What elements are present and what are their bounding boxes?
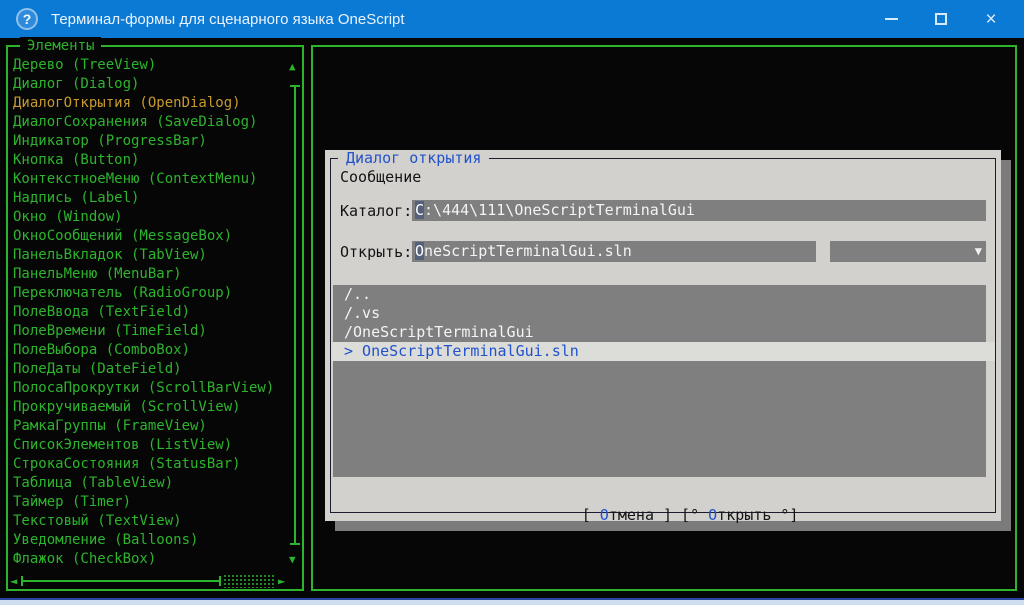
close-icon: × — [985, 8, 997, 30]
sidebar-item[interactable]: ПолеВвода (TextField) — [13, 303, 285, 322]
cancel-button-hotkey: О — [599, 506, 609, 524]
cancel-button-bracket: [ — [581, 506, 600, 524]
elements-panel-title: Элементы — [20, 37, 102, 55]
open-button-bracket: [° — [681, 506, 709, 524]
scroll-left-arrow-icon[interactable]: ◄ — [10, 573, 17, 589]
sidebar-item[interactable]: Текстовый (TextView) — [13, 512, 285, 531]
scroll-down-arrow-icon[interactable]: ▼ — [289, 550, 296, 569]
sidebar-item[interactable]: Дерево (TreeView) — [13, 56, 285, 75]
catalog-label: Каталог: — [340, 202, 413, 220]
sidebar-item[interactable]: ПолеВыбора (ComboBox) — [13, 341, 285, 360]
sidebar-item[interactable]: Таблица (TableView) — [13, 474, 285, 493]
dialog-button-row: [ Отмена ] [° Открыть °] — [325, 487, 1001, 524]
horizontal-scroll-thumb[interactable] — [223, 574, 275, 588]
selected-file-row[interactable]: > OneScriptTerminalGui.sln — [331, 342, 995, 361]
maximize-button[interactable] — [916, 0, 966, 38]
open-label: Открыть: — [340, 243, 413, 261]
sidebar-item[interactable]: Кнопка (Button) — [13, 151, 285, 170]
elements-list: Дерево (TreeView) Диалог (Dialog) ДиалогОт… — [13, 56, 285, 569]
horizontal-scroll-track[interactable] — [21, 576, 221, 586]
sidebar-item[interactable]: РамкаГруппы (FrameView) — [13, 417, 285, 436]
window-controls: × — [866, 0, 1016, 38]
directory-item[interactable]: /.. — [333, 285, 986, 304]
sidebar-item[interactable]: ПолеДаты (DateField) — [13, 360, 285, 379]
chevron-down-icon: ▼ — [974, 244, 982, 258]
minimize-icon — [884, 18, 898, 20]
window-title: Терминал-формы для сценарного языка OneS… — [51, 10, 405, 28]
catalog-path-field[interactable]: C:\444\111\OneScriptTerminalGui — [412, 200, 986, 221]
workspace-panel: Диалог открытия Сообщение Каталог: C:\44… — [311, 45, 1017, 591]
sidebar-item[interactable]: СписокЭлементов (ListView) — [13, 436, 285, 455]
open-button-hotkey: О — [708, 506, 718, 524]
sidebar-item[interactable]: Окно (Window) — [13, 208, 285, 227]
horizontal-scrollbar[interactable]: ◄ ► — [8, 573, 302, 589]
sidebar-item[interactable]: СтрокаСостояния (StatusBar) — [13, 455, 285, 474]
sidebar-item[interactable]: КонтекстноеМеню (ContextMenu) — [13, 170, 285, 189]
directory-item[interactable]: /OneScriptTerminalGui — [333, 323, 986, 342]
vertical-scrollbar[interactable]: ▲ ▼ — [287, 47, 303, 589]
sidebar-item[interactable]: ДиалогОткрытия (OpenDialog) — [13, 94, 285, 113]
open-button-text: ткрыть °] — [717, 506, 799, 524]
sidebar-item[interactable]: ДиалогСохранения (SaveDialog) — [13, 113, 285, 132]
scroll-right-arrow-icon[interactable]: ► — [278, 573, 285, 589]
sidebar-item[interactable]: Диалог (Dialog) — [13, 75, 285, 94]
close-button[interactable]: × — [966, 0, 1016, 38]
sidebar-item[interactable]: Надпись (Label) — [13, 189, 285, 208]
sidebar-item[interactable]: ОкноСообщений (MessageBox) — [13, 227, 285, 246]
sidebar-item[interactable]: Уведомление (Balloons) — [13, 531, 285, 550]
sidebar-item[interactable]: ПанельВкладок (TabView) — [13, 246, 285, 265]
sidebar-item[interactable]: ПанельМеню (MenuBar) — [13, 265, 285, 284]
sidebar-item[interactable]: ПолосаПрокрутки (ScrollBarView) — [13, 379, 285, 398]
sidebar-item[interactable]: ПолеВремени (TimeField) — [13, 322, 285, 341]
maximize-icon — [935, 13, 947, 25]
sidebar-item[interactable]: Прокручиваемый (ScrollView) — [13, 398, 285, 417]
filename-field[interactable]: OneScriptTerminalGui.sln — [412, 241, 816, 262]
help-icon[interactable]: ? — [16, 8, 38, 30]
cancel-button-text: тмена ] — [608, 506, 673, 524]
vertical-scroll-thumb[interactable] — [290, 85, 300, 545]
sidebar-item[interactable]: Таймер (Timer) — [13, 493, 285, 512]
open-button[interactable]: [° Открыть °] — [681, 506, 798, 525]
file-listbox[interactable]: /../.vs/OneScriptTerminalGui — [333, 285, 986, 477]
filetype-combobox[interactable]: ▼ — [830, 241, 986, 262]
elements-panel: Элементы Дерево (TreeView) Диалог (Dialog… — [6, 37, 304, 591]
directory-item[interactable]: /.vs — [333, 304, 986, 323]
sidebar-item[interactable]: Индикатор (ProgressBar) — [13, 132, 285, 151]
cancel-button[interactable]: [ Отмена ] — [582, 506, 672, 525]
sidebar-item[interactable]: Флажок (CheckBox) — [13, 550, 285, 569]
open-dialog: Диалог открытия Сообщение Каталог: C:\44… — [325, 150, 1001, 524]
window-bottom-edge — [0, 598, 1024, 605]
minimize-button[interactable] — [866, 0, 916, 38]
message-label: Сообщение — [340, 168, 422, 186]
dialog-title: Диалог открытия — [338, 150, 490, 167]
sidebar-item[interactable]: Переключатель (RadioGroup) — [13, 284, 285, 303]
scroll-up-arrow-icon[interactable]: ▲ — [289, 57, 296, 76]
titlebar: ? Терминал-формы для сценарного языка On… — [0, 0, 1024, 38]
